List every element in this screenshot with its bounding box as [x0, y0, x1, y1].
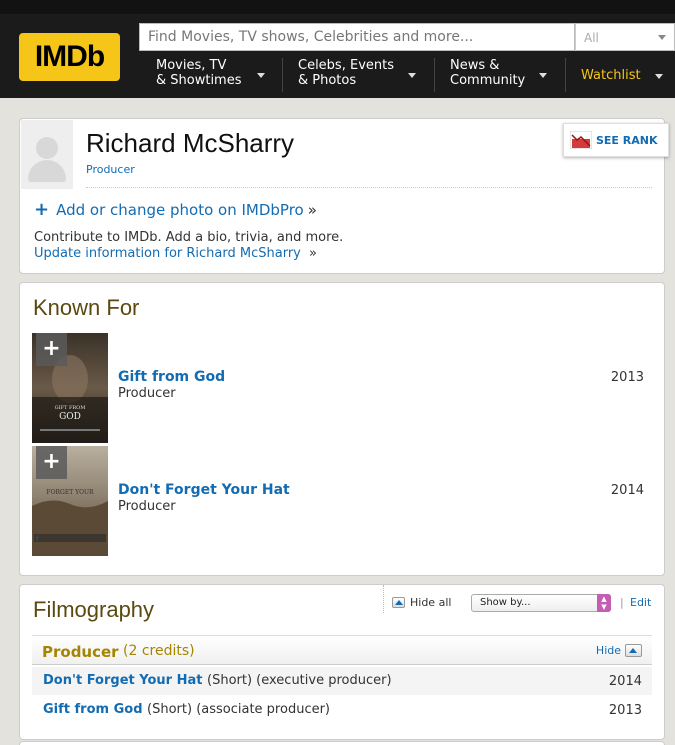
logo-text: IMDb [34, 40, 105, 73]
known-for-item: FORGET YOUR f + Don't Forget Your Hat Pr… [32, 446, 654, 556]
raquo-icon: » [307, 200, 317, 219]
separator: | [620, 596, 624, 609]
filmography-card: Filmography Hide all Show by... ▲ ▼ | Edi… [19, 584, 665, 740]
svg-text:GOD: GOD [59, 412, 81, 422]
update-info-row: Update information for Richard McSharry … [34, 246, 317, 261]
poster-gift-from-god[interactable]: GIFT FROM GOD + [32, 333, 108, 443]
search-category-value: All [584, 31, 599, 45]
search-input[interactable] [139, 23, 575, 51]
next-section-card [19, 741, 665, 745]
filmography-row-title-cell: Don't Forget Your Hat (Short) (executive… [43, 673, 392, 688]
select-arrows-icon: ▲ ▼ [597, 594, 611, 612]
section-hide-label[interactable]: Hide [596, 644, 621, 657]
poster-dont-forget-your-hat[interactable]: FORGET YOUR f + [32, 446, 108, 556]
filmography-row-meta: (Short) (associate producer) [147, 702, 331, 717]
nav-movies-tv[interactable]: Movies, TV & Showtimes [156, 58, 266, 92]
add-photo-link[interactable]: Add or change photo on IMDbPro [56, 201, 304, 219]
nav-movies-line2: & Showtimes [156, 73, 242, 88]
known-for-role: Producer [118, 386, 176, 401]
hide-all-label: Hide all [410, 596, 452, 609]
section-label: Producer [42, 643, 119, 661]
nav-watchlist[interactable]: Watchlist [581, 68, 675, 102]
raquo-icon: » [309, 246, 317, 261]
person-role-link[interactable]: Producer [86, 163, 135, 176]
triangle-up-icon [625, 644, 642, 657]
svg-text:GIFT FROM: GIFT FROM [55, 405, 86, 411]
filmography-row: Gift from God (Short) (associate produce… [32, 696, 652, 724]
chevron-down-icon [655, 74, 663, 79]
known-for-title-link[interactable]: Don't Forget Your Hat [118, 482, 290, 498]
nav-celebs-events[interactable]: Celebs, Events & Photos [298, 58, 418, 92]
chevron-down-icon [408, 73, 416, 78]
filmography-title-link[interactable]: Gift from God [43, 702, 143, 717]
add-photo-row: + Add or change photo on IMDbPro » [34, 199, 317, 220]
known-for-heading: Known For [33, 295, 140, 320]
search-category-select[interactable]: All [575, 23, 675, 51]
filmography-heading: Filmography [33, 597, 155, 622]
nav-movies-line1: Movies, TV [156, 58, 227, 73]
header-top-strip [0, 0, 675, 14]
filmography-row: Don't Forget Your Hat (Short) (executive… [32, 667, 652, 695]
filmography-row-year: 2014 [608, 674, 642, 689]
known-for-role: Producer [118, 499, 176, 514]
watchlist-label: Watchlist [581, 68, 641, 83]
chevron-down-icon [539, 73, 547, 78]
add-to-watchlist-plus-icon[interactable]: + [36, 446, 67, 479]
add-to-watchlist-plus-icon[interactable]: + [36, 333, 67, 366]
filmography-row-year: 2013 [608, 703, 642, 718]
filmography-row-title-cell: Gift from God (Short) (associate produce… [43, 702, 330, 717]
filmography-section-header: Producer (2 credits) Hide [32, 635, 652, 665]
known-for-year: 2013 [610, 370, 644, 385]
avatar-body-shape [28, 160, 66, 182]
name-overview-card: Richard McSharry Producer SEE RANK + Add… [19, 118, 669, 274]
divider [383, 585, 384, 613]
known-for-year: 2014 [610, 483, 644, 498]
show-by-value: Show by... [480, 597, 531, 608]
chevron-down-icon [658, 35, 666, 40]
edit-link[interactable]: Edit [630, 596, 651, 609]
filmography-title-link[interactable]: Don't Forget Your Hat [43, 673, 202, 688]
chevron-down-icon [257, 73, 265, 78]
show-by-select[interactable]: Show by... ▲ ▼ [471, 594, 611, 612]
nav-divider [565, 58, 566, 92]
nav-divider [282, 58, 283, 92]
known-for-card: Known For GIFT FROM GOD + Gift from God … [19, 282, 665, 576]
nav-news-line1: News & [450, 58, 500, 73]
avatar [21, 120, 73, 189]
section-hide-button[interactable]: Hide [596, 644, 642, 657]
divider [86, 187, 652, 188]
filmography-row-meta: (Short) (executive producer) [207, 673, 392, 688]
plus-icon: + [34, 199, 50, 220]
known-for-title-link[interactable]: Gift from God [118, 369, 225, 385]
svg-text:FORGET YOUR: FORGET YOUR [46, 489, 94, 496]
update-info-link[interactable]: Update information for Richard McSharry [34, 246, 301, 261]
section-credit-count: (2 credits) [123, 643, 195, 659]
nav-celebs-line2: & Photos [298, 73, 357, 88]
nav-news-line2: Community [450, 73, 526, 88]
nav-news-community[interactable]: News & Community [450, 58, 550, 92]
avatar-head-shape [36, 137, 58, 159]
contribute-text: Contribute to IMDb. Add a bio, trivia, a… [34, 230, 344, 245]
nav-divider [434, 58, 435, 92]
hide-all-button[interactable]: Hide all [392, 596, 451, 609]
site-header: IMDb All Movies, TV & Showtimes Celebs, … [0, 0, 675, 98]
see-rank-button[interactable]: SEE RANK [563, 123, 669, 157]
known-for-item: GIFT FROM GOD + Gift from God Producer 2… [32, 333, 654, 443]
triangle-up-icon [392, 597, 405, 608]
imdb-logo[interactable]: IMDb [19, 33, 120, 81]
page-title: Richard McSharry [86, 128, 295, 158]
nav-celebs-line1: Celebs, Events [298, 58, 394, 73]
see-rank-label: SEE RANK [596, 133, 658, 147]
rank-chart-icon [570, 131, 592, 149]
